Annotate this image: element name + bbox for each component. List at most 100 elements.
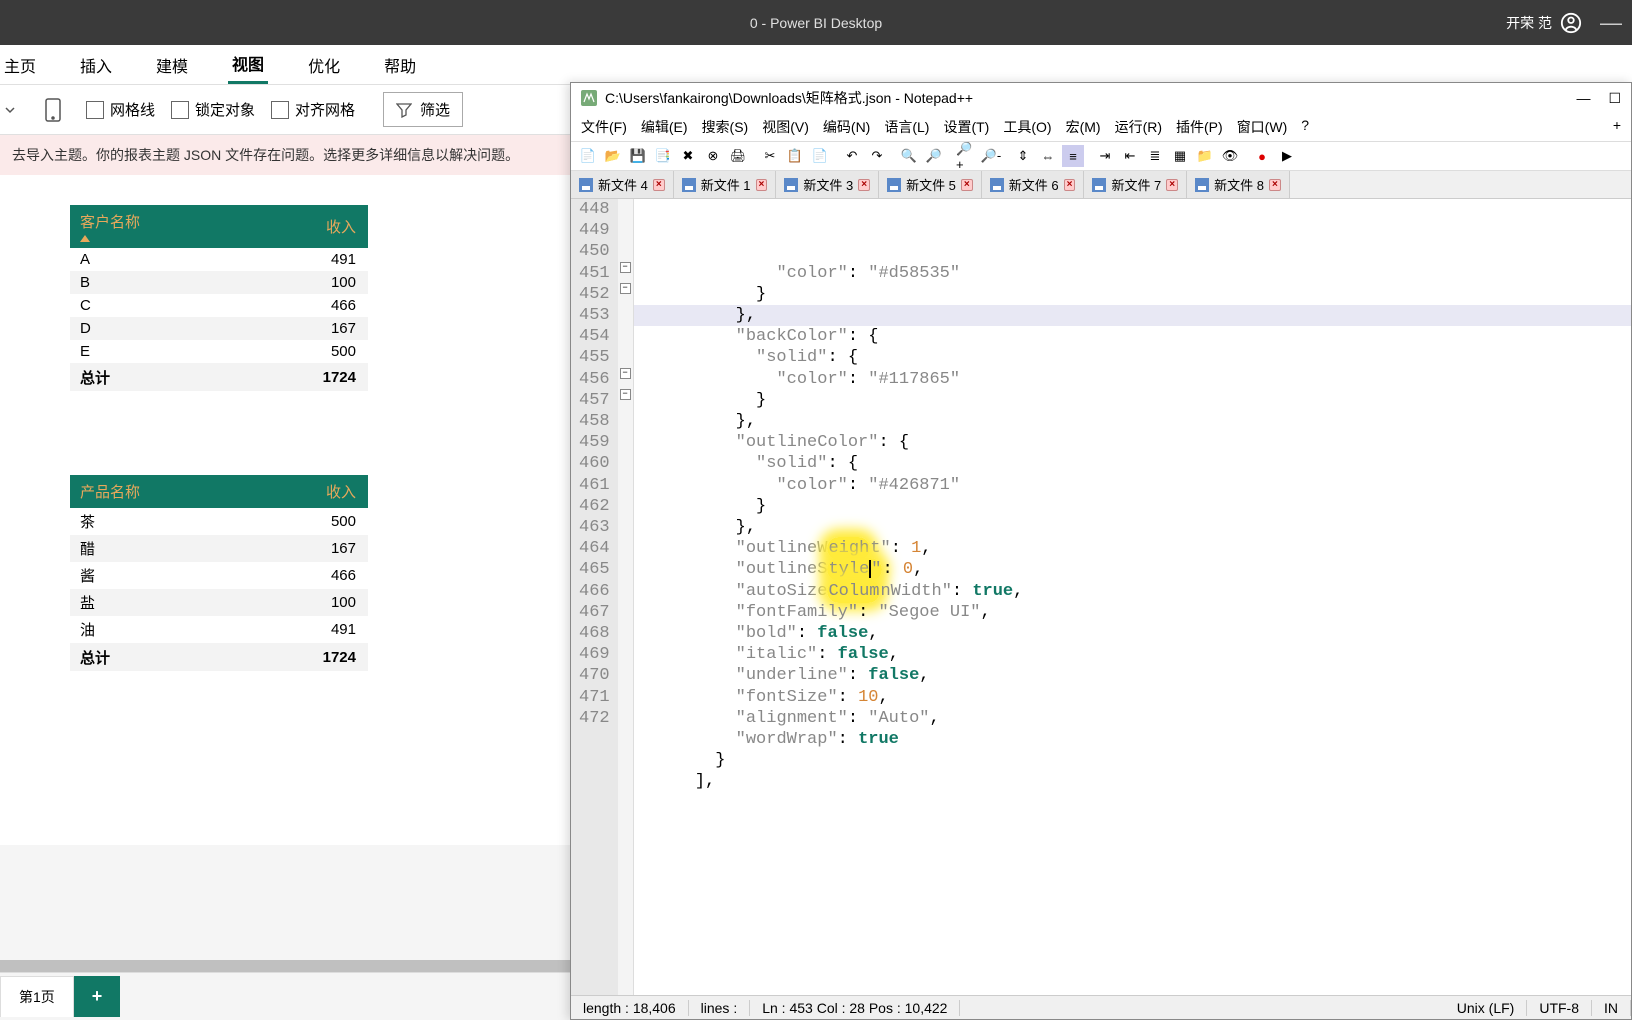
column-header-customer[interactable]: 客户名称	[70, 205, 235, 248]
zoom-out-icon[interactable]: 🔎-	[980, 145, 1002, 167]
document-tab[interactable]: 新文件 8×	[1187, 171, 1290, 198]
filter-icon	[396, 102, 412, 118]
fold-toggle[interactable]: −	[620, 368, 631, 379]
open-file-icon[interactable]: 📂	[602, 145, 624, 167]
replace-icon[interactable]: 🔎	[923, 145, 945, 167]
lock-objects-label: 锁定对象	[195, 99, 255, 120]
tab-optimize[interactable]: 优化	[304, 47, 344, 83]
menu-run[interactable]: 运行(R)	[1115, 117, 1162, 137]
close-all-icon[interactable]: ⊗	[702, 145, 724, 167]
menu-window[interactable]: 窗口(W)	[1237, 117, 1288, 137]
scrollbar-thumb[interactable]	[0, 960, 595, 972]
fold-toggle[interactable]: −	[620, 389, 631, 400]
menu-settings[interactable]: 设置(T)	[943, 117, 989, 137]
menu-add[interactable]: +	[1613, 117, 1621, 137]
record-icon[interactable]: ●	[1251, 145, 1273, 167]
page-tab-1[interactable]: 第1页	[0, 976, 74, 1017]
tab-close-icon[interactable]: ×	[1064, 179, 1076, 191]
play-icon[interactable]: ▶	[1276, 145, 1298, 167]
product-table[interactable]: 产品名称 收入 茶500 醋167 酱466 盐100 油491 总计1724	[70, 475, 368, 671]
table-total-row: 总计1724	[70, 363, 368, 391]
npp-document-tabs: 新文件 4× 新文件 1× 新文件 3× 新文件 5× 新文件 6× 新文件 7…	[571, 171, 1631, 199]
paste-icon[interactable]: 📄	[809, 145, 831, 167]
npp-maximize-button[interactable]: ☐	[1608, 90, 1621, 107]
menu-macro[interactable]: 宏(M)	[1066, 117, 1101, 137]
save-all-icon[interactable]: 📑	[652, 145, 674, 167]
indent-icon[interactable]: ⇥	[1094, 145, 1116, 167]
new-file-icon[interactable]: 📄	[577, 145, 599, 167]
tab-insert[interactable]: 插入	[76, 47, 116, 83]
npp-titlebar[interactable]: C:\Users\fankairong\Downloads\矩阵格式.json …	[571, 83, 1631, 113]
npp-toolbar: 📄 📂 💾 📑 ✖ ⊗ 🖨 ✂ 📋 📄 ↶ ↷ 🔍 🔎 🔎+ 🔎- ⇕ ⇔ ≡ …	[571, 141, 1631, 171]
tab-close-icon[interactable]: ×	[961, 179, 973, 191]
folder-icon[interactable]: 📁	[1194, 145, 1216, 167]
tab-close-icon[interactable]: ×	[756, 179, 768, 191]
menu-file[interactable]: 文件(F)	[581, 117, 627, 137]
mobile-layout-button[interactable]	[36, 97, 70, 123]
npp-minimize-button[interactable]: —	[1576, 90, 1590, 107]
table-row: 酱466	[70, 562, 368, 589]
print-icon[interactable]: 🖨	[727, 145, 749, 167]
menu-help[interactable]: ?	[1301, 117, 1309, 137]
document-tab[interactable]: 新文件 5×	[879, 171, 982, 198]
monitor-icon[interactable]: 👁	[1219, 145, 1241, 167]
status-mode: IN	[1592, 1000, 1631, 1016]
add-page-button[interactable]: +	[74, 976, 121, 1017]
doc-map-icon[interactable]: ▦	[1169, 145, 1191, 167]
sync-v-icon[interactable]: ⇕	[1012, 145, 1034, 167]
redo-icon[interactable]: ↷	[866, 145, 888, 167]
fold-toggle[interactable]: −	[620, 262, 631, 273]
user-account[interactable]: 开荣 范	[1506, 12, 1582, 34]
tab-close-icon[interactable]: ×	[653, 179, 665, 191]
tab-modeling[interactable]: 建模	[152, 47, 192, 83]
save-icon[interactable]: 💾	[627, 145, 649, 167]
npp-title: C:\Users\fankairong\Downloads\矩阵格式.json …	[605, 88, 973, 108]
customer-table[interactable]: 客户名称 收入 A491 B100 C466 D167 E500 总计1724	[70, 205, 368, 391]
menu-search[interactable]: 搜索(S)	[702, 117, 749, 137]
fold-toggle[interactable]: −	[620, 283, 631, 294]
fold-margin[interactable]: − − − −	[618, 199, 634, 995]
zoom-in-icon[interactable]: 🔎+	[955, 145, 977, 167]
document-tab[interactable]: 新文件 3×	[776, 171, 879, 198]
menu-plugins[interactable]: 插件(P)	[1176, 117, 1223, 137]
tab-close-icon[interactable]: ×	[1269, 179, 1281, 191]
document-tab[interactable]: 新文件 1×	[674, 171, 777, 198]
menu-encoding[interactable]: 编码(N)	[823, 117, 870, 137]
tab-close-icon[interactable]: ×	[1166, 179, 1178, 191]
document-tab[interactable]: 新文件 4×	[571, 171, 674, 198]
document-tab[interactable]: 新文件 6×	[982, 171, 1085, 198]
column-header-revenue[interactable]: 收入	[235, 205, 368, 248]
menu-edit[interactable]: 编辑(E)	[641, 117, 688, 137]
cut-icon[interactable]: ✂	[759, 145, 781, 167]
snap-grid-checkbox[interactable]: 对齐网格	[271, 99, 355, 120]
undo-icon[interactable]: ↶	[841, 145, 863, 167]
wrap-icon[interactable]: ≡	[1062, 145, 1084, 167]
find-icon[interactable]: 🔍	[898, 145, 920, 167]
tab-close-icon[interactable]: ×	[858, 179, 870, 191]
column-header-revenue[interactable]: 收入	[235, 475, 368, 508]
status-eol: Unix (LF)	[1445, 1000, 1528, 1016]
status-length: length : 18,406	[571, 1000, 689, 1016]
menu-language[interactable]: 语言(L)	[884, 117, 929, 137]
tab-help[interactable]: 帮助	[380, 47, 420, 83]
npp-editor[interactable]: 4484494504514524534544554564574584594604…	[571, 199, 1631, 995]
minimize-button[interactable]: —	[1600, 10, 1622, 36]
sync-h-icon[interactable]: ⇔	[1037, 145, 1059, 167]
code-area[interactable]: "color": "#d58535" } }, "backColor": { "…	[634, 199, 1631, 995]
lock-objects-checkbox[interactable]: 锁定对象	[171, 99, 255, 120]
filter-button[interactable]: 筛选	[383, 92, 463, 127]
menu-view[interactable]: 视图(V)	[762, 117, 809, 137]
tab-home[interactable]: 主页	[0, 47, 40, 83]
tab-view[interactable]: 视图	[228, 45, 268, 84]
outdent-icon[interactable]: ⇤	[1119, 145, 1141, 167]
close-icon[interactable]: ✖	[677, 145, 699, 167]
menu-tools[interactable]: 工具(O)	[1003, 117, 1051, 137]
user-avatar-icon	[1560, 12, 1582, 34]
npp-menubar: 文件(F) 编辑(E) 搜索(S) 视图(V) 编码(N) 语言(L) 设置(T…	[571, 113, 1631, 141]
theme-dropdown[interactable]	[0, 100, 20, 120]
func-list-icon[interactable]: ≣	[1144, 145, 1166, 167]
document-tab[interactable]: 新文件 7×	[1084, 171, 1187, 198]
column-header-product[interactable]: 产品名称	[70, 475, 235, 508]
copy-icon[interactable]: 📋	[784, 145, 806, 167]
gridlines-checkbox[interactable]: 网格线	[86, 99, 155, 120]
